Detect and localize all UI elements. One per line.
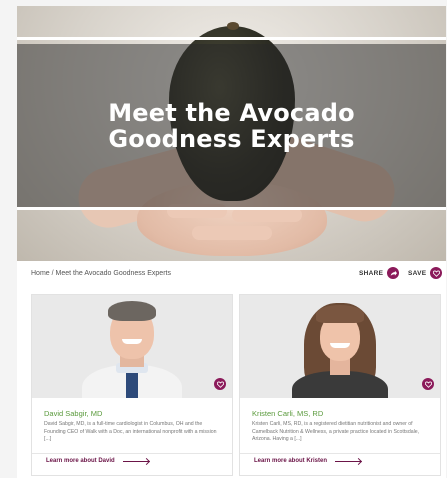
expert-card-david[interactable]: David Sabgir, MD David Sabgir, MD, is a … bbox=[31, 294, 233, 476]
expert-description: David Sabgir, MD, is a full-time cardiol… bbox=[44, 421, 217, 443]
page: Meet the Avocado Goodness Experts Home /… bbox=[17, 6, 446, 478]
expert-name[interactable]: Kristen Carli, MS, RD bbox=[252, 409, 323, 418]
breadcrumb-home-link[interactable]: Home bbox=[31, 270, 50, 277]
hero-banner: Meet the Avocado Goodness Experts bbox=[17, 6, 446, 261]
breadcrumb-bar: Home / Meet the Avocado Goodness Experts… bbox=[17, 261, 446, 287]
learn-more-link[interactable]: Learn more about David bbox=[46, 458, 149, 464]
expert-photo bbox=[240, 295, 440, 398]
expert-photo bbox=[32, 295, 232, 398]
hero-divider-bottom bbox=[17, 207, 446, 210]
favorite-heart-icon[interactable] bbox=[214, 378, 226, 390]
hero-divider-top bbox=[17, 37, 446, 40]
arrow-right-icon bbox=[122, 460, 149, 462]
arrow-right-icon bbox=[335, 460, 362, 462]
favorite-heart-icon[interactable] bbox=[422, 378, 434, 390]
share-button[interactable]: SHARE bbox=[359, 267, 400, 279]
expert-card-kristen[interactable]: Kristen Carli, MS, RD Kristen Carli, MS,… bbox=[239, 294, 441, 476]
expert-description: Kristen Carli, MS, RD, is a registered d… bbox=[252, 421, 420, 443]
breadcrumb-current: Meet the Avocado Goodness Experts bbox=[55, 270, 171, 277]
breadcrumb: Home / Meet the Avocado Goodness Experts bbox=[31, 270, 171, 277]
expert-name[interactable]: David Sabgir, MD bbox=[44, 409, 102, 418]
share-icon bbox=[387, 267, 400, 279]
heart-icon bbox=[430, 267, 443, 279]
hero-title: Meet the Avocado Goodness Experts bbox=[108, 99, 355, 153]
learn-more-link[interactable]: Learn more about Kristen bbox=[254, 458, 362, 464]
save-button[interactable]: SAVE bbox=[408, 267, 443, 279]
